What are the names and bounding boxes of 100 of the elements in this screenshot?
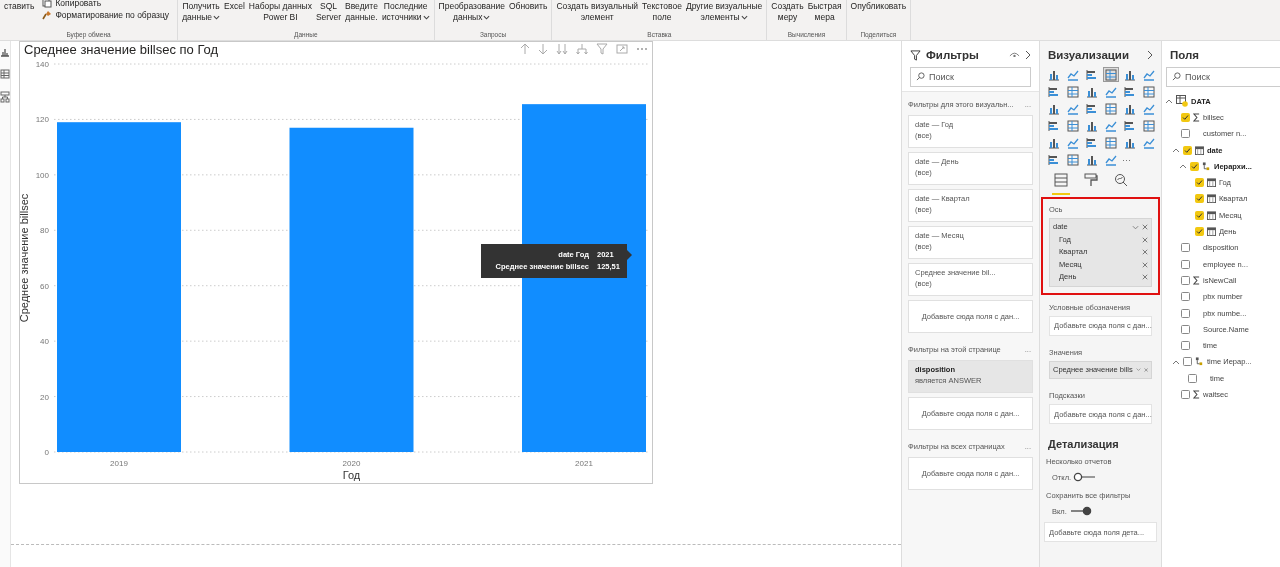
visual-type-button[interactable]: [1103, 135, 1119, 150]
focus-mode-icon[interactable]: [616, 43, 628, 55]
chevron-right-icon[interactable]: [1025, 50, 1031, 60]
calendar-icon: [1195, 145, 1204, 155]
chevron-down-icon[interactable]: [1132, 224, 1139, 230]
bar-chart-icon: [1048, 153, 1060, 166]
search-field[interactable]: Поиск: [1166, 67, 1280, 87]
checkbox[interactable]: [1195, 210, 1204, 220]
ribbon-button[interactable]: Наборы данных Power BI: [246, 1, 314, 23]
eye-icon[interactable]: [1009, 51, 1020, 59]
checkbox[interactable]: [1183, 357, 1192, 367]
checkbox[interactable]: [1181, 259, 1190, 269]
y-tick-label: 120: [35, 115, 49, 125]
arrow-up-icon[interactable]: [520, 43, 530, 55]
visual-type-button[interactable]: [1103, 101, 1119, 116]
visual-type-button[interactable]: [1141, 118, 1157, 133]
toggle-switch[interactable]: [1068, 506, 1093, 516]
line-chart-icon: [1143, 136, 1155, 149]
ribbon-button[interactable]: ставить: [2, 1, 37, 12]
expand-hierarchy-icon[interactable]: [576, 43, 588, 55]
checkbox[interactable]: [1183, 145, 1192, 155]
chevron-icon[interactable]: [1179, 163, 1187, 170]
chart-title: Среднее значение billsec по Год: [24, 41, 219, 57]
checkbox[interactable]: [1195, 178, 1204, 188]
toggle-switch[interactable]: [1073, 472, 1098, 482]
bar-chart-icon[interactable]: [0, 47, 10, 57]
close-icon[interactable]: [1142, 261, 1148, 268]
ribbon-button[interactable]: Копировать: [36, 0, 176, 9]
close-icon[interactable]: [1142, 274, 1148, 281]
ribbon-button[interactable]: Быстрая мера: [805, 1, 844, 23]
pane-tab[interactable]: [1052, 173, 1070, 195]
column-chart-icon: [1124, 102, 1136, 115]
checkbox[interactable]: [1181, 308, 1190, 318]
brush-icon: [42, 10, 53, 20]
double-arrow-down-icon[interactable]: [556, 43, 568, 55]
chevron-icon[interactable]: [1165, 98, 1173, 105]
chevron-icon[interactable]: [1172, 358, 1180, 365]
column-chart-icon: [1086, 153, 1098, 166]
magnifier-chart-icon: [1114, 173, 1128, 187]
ribbon-button[interactable]: Обновить: [506, 1, 550, 12]
ribbon-button[interactable]: Опубликовать: [848, 1, 909, 12]
visual-type-button[interactable]: [1065, 84, 1081, 99]
y-tick-label: 60: [40, 281, 49, 291]
calendar-icon: [1207, 194, 1216, 204]
table-icon[interactable]: [0, 69, 10, 79]
column-chart-icon: [1124, 136, 1136, 149]
checkbox[interactable]: [1181, 341, 1190, 351]
checkbox[interactable]: [1181, 275, 1190, 285]
copy-icon: [42, 0, 53, 8]
ribbon-button[interactable]: Преобразование данных: [436, 1, 507, 23]
close-icon[interactable]: [1142, 224, 1148, 231]
more-visuals[interactable]: ···: [1122, 152, 1138, 167]
section-heading: Детализация: [1047, 437, 1120, 452]
ribbon-button[interactable]: Форматирование по образцу: [36, 9, 176, 21]
checkbox[interactable]: [1195, 194, 1204, 204]
column-chart-icon: [1048, 68, 1060, 81]
checkbox[interactable]: [1181, 129, 1190, 139]
search-field[interactable]: Поиск: [910, 67, 1031, 87]
checkbox[interactable]: [1188, 373, 1197, 383]
chevron-icon[interactable]: [1172, 147, 1180, 154]
paint-roller-icon: [1084, 173, 1098, 187]
checkbox[interactable]: [1190, 161, 1199, 171]
more-options-icon[interactable]: [636, 47, 648, 51]
checkbox[interactable]: [1181, 292, 1190, 302]
checkbox[interactable]: [1181, 390, 1190, 399]
column-chart-icon: [1048, 102, 1060, 115]
filter-icon[interactable]: [596, 43, 608, 55]
close-icon[interactable]: [1142, 249, 1148, 256]
ribbon-button[interactable]: Другие визуальные элементы: [683, 1, 765, 23]
bar-chart-icon: [1086, 136, 1098, 149]
close-icon[interactable]: [1143, 366, 1148, 373]
line-chart-icon: [1067, 102, 1079, 115]
calendar-icon: [1207, 227, 1216, 236]
checkbox[interactable]: [1181, 112, 1190, 122]
pane-title: Фильтры: [926, 49, 979, 61]
model-icon[interactable]: [0, 91, 10, 103]
checkbox[interactable]: [1195, 227, 1204, 236]
ribbon-button[interactable]: Excel: [222, 1, 247, 12]
visual-type-button[interactable]: [1065, 152, 1081, 167]
ribbon-button[interactable]: Введите данные.: [343, 1, 380, 23]
checkbox[interactable]: [1181, 324, 1190, 334]
caret-icon: [483, 15, 491, 20]
chevron-right-icon[interactable]: [1147, 50, 1153, 60]
caret-icon: [213, 15, 221, 20]
column-chart-icon: [1086, 85, 1098, 98]
visual-type-button[interactable]: [1065, 118, 1081, 133]
arrow-down-icon[interactable]: [538, 43, 548, 55]
ribbon-button[interactable]: SQL Server: [313, 1, 343, 23]
ribbon-button[interactable]: Получить данные: [180, 1, 223, 23]
filter-icon: [910, 49, 921, 61]
ribbon-button[interactable]: Последние источники: [379, 1, 432, 23]
sigma-icon: [1193, 112, 1200, 122]
visual-type-button[interactable]: [1141, 84, 1157, 99]
ribbon-button[interactable]: Текстовое поле: [640, 1, 684, 23]
ribbon-button[interactable]: Создать визуальный элемент: [554, 1, 640, 23]
column-chart-icon: [1086, 119, 1098, 132]
chevron-down-icon[interactable]: [1135, 367, 1141, 373]
ribbon-button[interactable]: Создать меру: [769, 1, 806, 23]
close-icon[interactable]: [1142, 236, 1148, 243]
checkbox[interactable]: [1181, 243, 1190, 253]
